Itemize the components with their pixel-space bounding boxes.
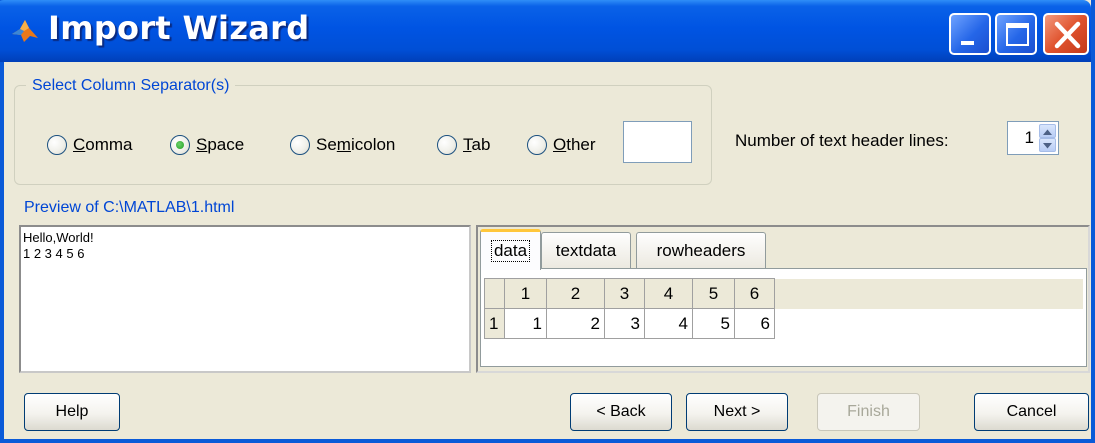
minimize-icon bbox=[961, 41, 974, 45]
import-wizard-window bbox=[0, 0, 1095, 443]
grid-header-row: 1 2 3 4 5 6 bbox=[484, 278, 1083, 309]
radio-other-label: Other bbox=[553, 135, 596, 154]
preview-label: Preview of C:\MATLAB\1.html bbox=[24, 199, 235, 216]
close-icon bbox=[1054, 21, 1081, 49]
table-cell[interactable]: 5 bbox=[692, 308, 735, 339]
header-lines-spinner[interactable]: 1 bbox=[1007, 121, 1059, 155]
radio-other[interactable]: Other bbox=[527, 133, 596, 157]
header-fill bbox=[774, 278, 1083, 309]
radio-space-circle[interactable] bbox=[170, 135, 190, 155]
arrow-up-icon bbox=[1043, 129, 1052, 135]
arrow-down-icon bbox=[1043, 143, 1052, 149]
column-header[interactable]: 3 bbox=[604, 278, 645, 309]
table-empty-area bbox=[774, 308, 1083, 339]
next-button[interactable]: Next > bbox=[686, 393, 788, 431]
data-grid[interactable]: 1 2 3 4 5 6 1 1 2 3 4 5 6 bbox=[484, 278, 1083, 339]
window-title: Import Wizard bbox=[48, 9, 310, 47]
tab-rowheaders[interactable]: rowheaders bbox=[636, 232, 766, 268]
radio-comma-label: Comma bbox=[73, 135, 133, 154]
radio-tab-circle[interactable] bbox=[437, 135, 457, 155]
table-cell[interactable]: 2 bbox=[546, 308, 605, 339]
grid-corner bbox=[484, 278, 505, 309]
radio-tab[interactable]: Tab bbox=[437, 133, 490, 157]
column-header[interactable]: 5 bbox=[692, 278, 735, 309]
radio-space[interactable]: Space bbox=[170, 133, 244, 157]
radio-semicolon[interactable]: Semicolon bbox=[290, 133, 395, 157]
other-separator-input[interactable] bbox=[623, 121, 692, 163]
maximize-icon bbox=[1006, 23, 1029, 46]
radio-semicolon-circle[interactable] bbox=[290, 135, 310, 155]
column-header[interactable]: 4 bbox=[644, 278, 693, 309]
header-lines-label: Number of text header lines: bbox=[735, 131, 949, 150]
close-button[interactable] bbox=[1043, 13, 1089, 55]
tab-textdata[interactable]: textdata bbox=[541, 232, 631, 268]
radio-semicolon-label: Semicolon bbox=[316, 135, 396, 154]
finish-button[interactable]: Finish bbox=[817, 393, 920, 431]
back-button[interactable]: < Back bbox=[570, 393, 672, 431]
column-header[interactable]: 2 bbox=[546, 278, 605, 309]
preview-text-area[interactable]: Hello,World! 1 2 3 4 5 6 bbox=[19, 225, 471, 373]
table-cell[interactable]: 4 bbox=[644, 308, 693, 339]
preview-line: 1 2 3 4 5 6 bbox=[23, 246, 85, 261]
cancel-button[interactable]: Cancel bbox=[974, 393, 1089, 431]
separator-group-legend: Select Column Separator(s) bbox=[26, 77, 236, 95]
column-header[interactable]: 1 bbox=[504, 278, 547, 309]
help-button[interactable]: Help bbox=[24, 393, 120, 431]
tab-data[interactable]: data bbox=[480, 229, 541, 270]
table-cell[interactable]: 3 bbox=[604, 308, 645, 339]
radio-other-circle[interactable] bbox=[527, 135, 547, 155]
table-row: 1 1 2 3 4 5 6 bbox=[484, 308, 1083, 339]
table-cell[interactable]: 6 bbox=[734, 308, 775, 339]
maximize-button[interactable] bbox=[995, 13, 1037, 55]
radio-comma[interactable]: Comma bbox=[47, 133, 133, 157]
row-header[interactable]: 1 bbox=[484, 308, 505, 339]
matlab-logo-icon bbox=[10, 16, 40, 46]
spin-down-button[interactable] bbox=[1039, 138, 1056, 152]
minimize-button[interactable] bbox=[949, 13, 991, 55]
radio-tab-label: Tab bbox=[463, 135, 491, 154]
preview-line: Hello,World! bbox=[23, 230, 94, 245]
radio-space-label: Space bbox=[196, 135, 245, 154]
table-cell[interactable]: 1 bbox=[504, 308, 547, 339]
column-header[interactable]: 6 bbox=[734, 278, 775, 309]
title-bar[interactable]: Import Wizard bbox=[0, 0, 1091, 62]
radio-comma-circle[interactable] bbox=[47, 135, 67, 155]
header-lines-value[interactable]: 1 bbox=[1025, 128, 1034, 148]
spin-up-button[interactable] bbox=[1039, 124, 1056, 138]
